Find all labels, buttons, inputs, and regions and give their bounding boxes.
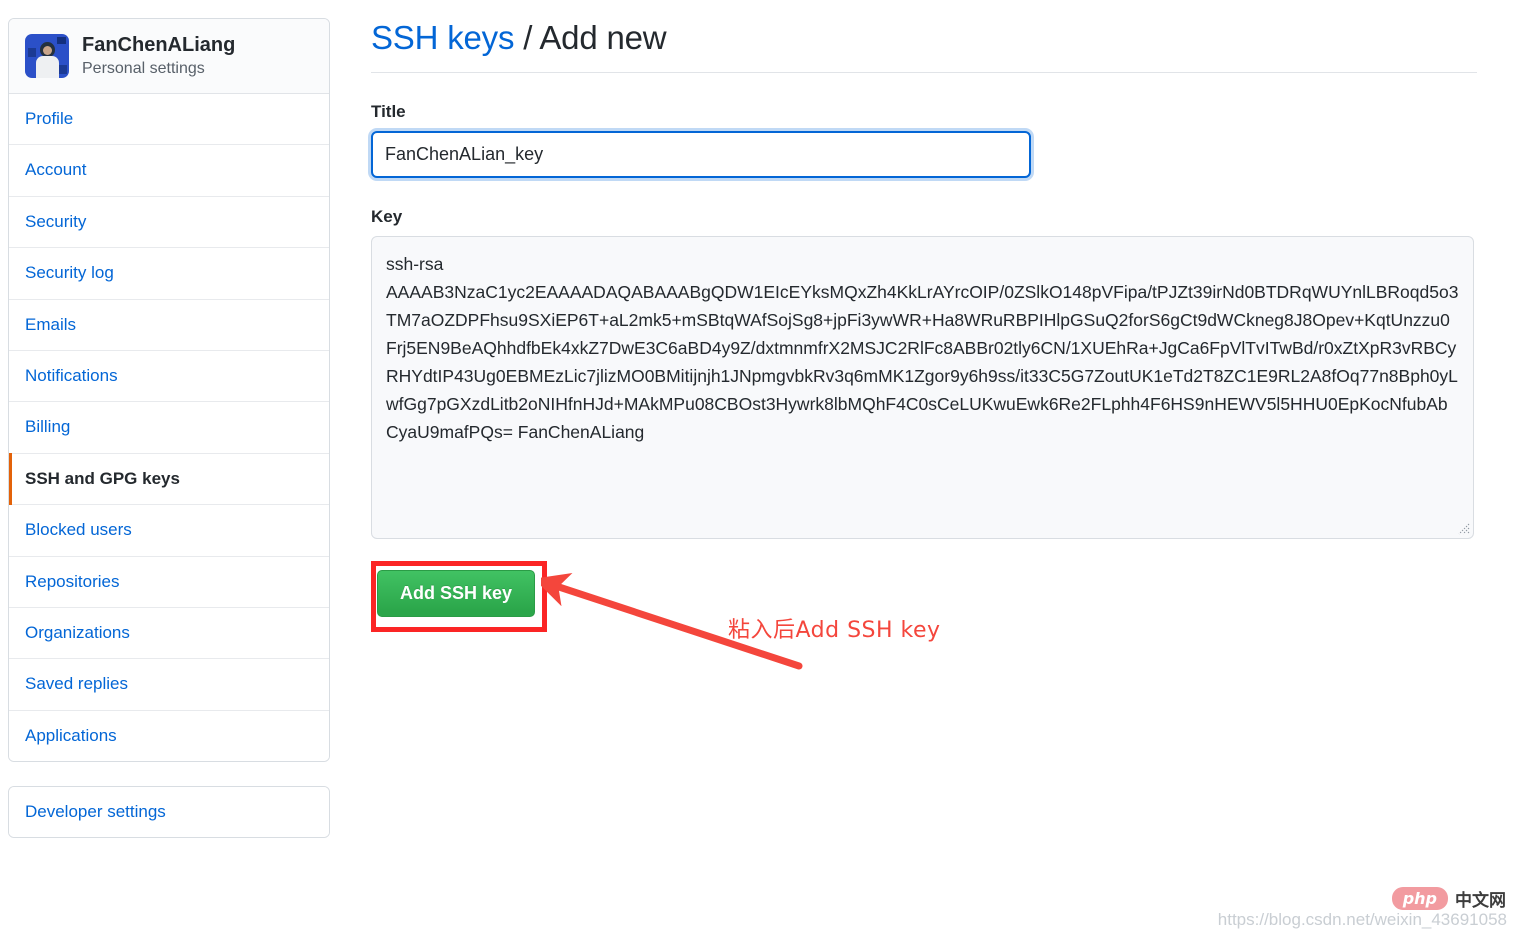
- account-switcher[interactable]: FanChenALiang Personal settings: [9, 19, 329, 94]
- annotation-callout-text: 粘入后Add SSH key: [728, 617, 941, 643]
- title-input-wrapper: [371, 130, 1031, 178]
- sidebar-nav-box: FanChenALiang Personal settings Profile A…: [8, 18, 330, 763]
- title-field-label: Title: [371, 101, 406, 121]
- sidebar-item-ssh-and-gpg-keys[interactable]: SSH and GPG keys: [9, 452, 329, 506]
- sidebar-item-account[interactable]: Account: [9, 145, 329, 197]
- sidebar-item-notifications[interactable]: Notifications: [9, 350, 329, 403]
- sidebar-item-blocked-users[interactable]: Blocked users: [9, 505, 329, 557]
- page-header: SSH keys / Add new: [371, 18, 1477, 73]
- sidebar-item-organizations[interactable]: Organizations: [9, 607, 329, 660]
- account-subtitle: Personal settings: [82, 60, 205, 77]
- sidebar-item-applications[interactable]: Applications: [9, 710, 329, 762]
- sidebar: FanChenALiang Personal settings Profile A…: [8, 18, 330, 839]
- breadcrumb-current: / Add new: [514, 19, 667, 56]
- sidebar-item-profile[interactable]: Profile: [9, 94, 329, 146]
- page-title: SSH keys / Add new: [371, 18, 1477, 58]
- sidebar-item-repositories[interactable]: Repositories: [9, 556, 329, 608]
- add-ssh-key-button[interactable]: Add SSH key: [377, 569, 535, 617]
- sidebar-item-billing[interactable]: Billing: [9, 402, 329, 454]
- watermark-logo: php 中文网: [1391, 886, 1506, 911]
- settings-page: FanChenALiang Personal settings Profile A…: [0, 0, 1520, 938]
- sidebar-item-saved-replies[interactable]: Saved replies: [9, 659, 329, 711]
- avatar: [25, 34, 69, 78]
- watermark-logo-suffix: 中文网: [1455, 891, 1506, 911]
- watermark-url: https://blog.csdn.net/weixin_43691058: [1217, 910, 1507, 929]
- key-textarea[interactable]: ssh-rsa AAAAB3NzaC1yc2EAAAADAQABAAABgQDW…: [371, 235, 1474, 539]
- sidebar-item-developer-settings[interactable]: Developer settings: [9, 787, 329, 838]
- account-text: FanChenALiang Personal settings: [82, 33, 235, 79]
- submit-zone: Add SSH key 粘入后Add SSH key: [371, 560, 1477, 681]
- title-input[interactable]: [373, 132, 1029, 176]
- sidebar-item-security-log[interactable]: Security log: [9, 248, 329, 300]
- key-textarea-wrapper: ssh-rsa AAAAB3NzaC1yc2EAAAADAQABAAABgQDW…: [371, 235, 1474, 539]
- key-field-label: Key: [371, 206, 403, 226]
- developer-settings-box: Developer settings: [8, 786, 330, 839]
- account-name: FanChenALiang: [82, 34, 236, 56]
- main-content: SSH keys / Add new Title Key ssh-rsa AAA…: [371, 18, 1477, 681]
- php-logo-icon: php: [1391, 887, 1448, 910]
- sidebar-item-emails[interactable]: Emails: [9, 299, 329, 351]
- breadcrumb-ssh-keys-link[interactable]: SSH keys: [371, 19, 514, 56]
- sidebar-item-security[interactable]: Security: [9, 196, 329, 249]
